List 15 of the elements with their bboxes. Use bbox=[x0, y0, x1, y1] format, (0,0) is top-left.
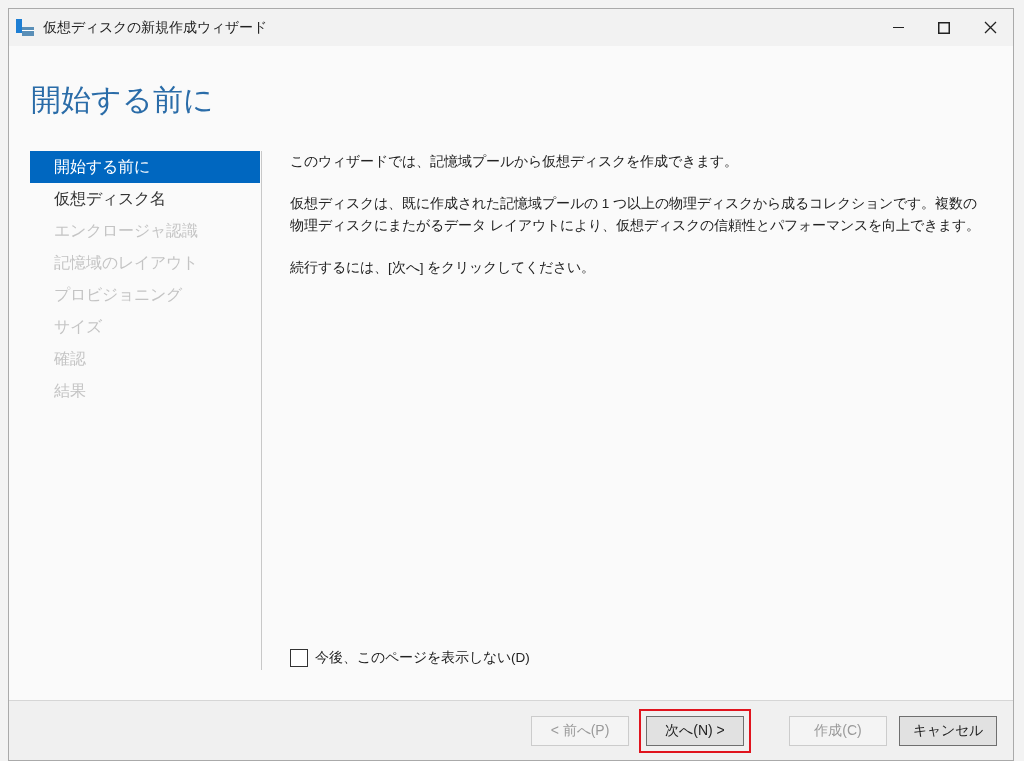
close-icon bbox=[983, 21, 997, 34]
wizard-button[interactable]: キャンセル bbox=[899, 715, 997, 746]
maximize-icon bbox=[938, 21, 950, 34]
checkbox[interactable] bbox=[290, 648, 308, 667]
wizard-step[interactable]: 仮想ディスク名 bbox=[30, 183, 260, 215]
wizard-button[interactable]: 次へ(N) > bbox=[646, 715, 744, 746]
minimize-icon bbox=[892, 26, 904, 29]
window-title: 仮想ディスクの新規作成ウィザード bbox=[43, 18, 267, 37]
description-text: 続行するには、[次へ] をクリックしてください。 bbox=[290, 259, 597, 277]
description-text: このウィザードでは、記憶域プールから仮想ディスクを作成できます。 bbox=[290, 153, 739, 171]
description-text: 仮想ディスクは、既に作成された記憶域プールの 1 つ以上の物理ディスクから成るコレクションです。複数の物理ディスクにまたがるデータ レイアウトにより、仮想ディスクの信頼性とパフォーマンスを向上できます。 bbox=[290, 195, 981, 235]
dont-show-again-checkbox[interactable]: 今後、このページを表示しない(D) bbox=[290, 647, 989, 668]
page-heading: 開始する前に bbox=[31, 82, 215, 118]
wizard-step[interactable]: 開始する前に bbox=[30, 151, 260, 183]
disk-wizard-icon bbox=[15, 17, 35, 38]
